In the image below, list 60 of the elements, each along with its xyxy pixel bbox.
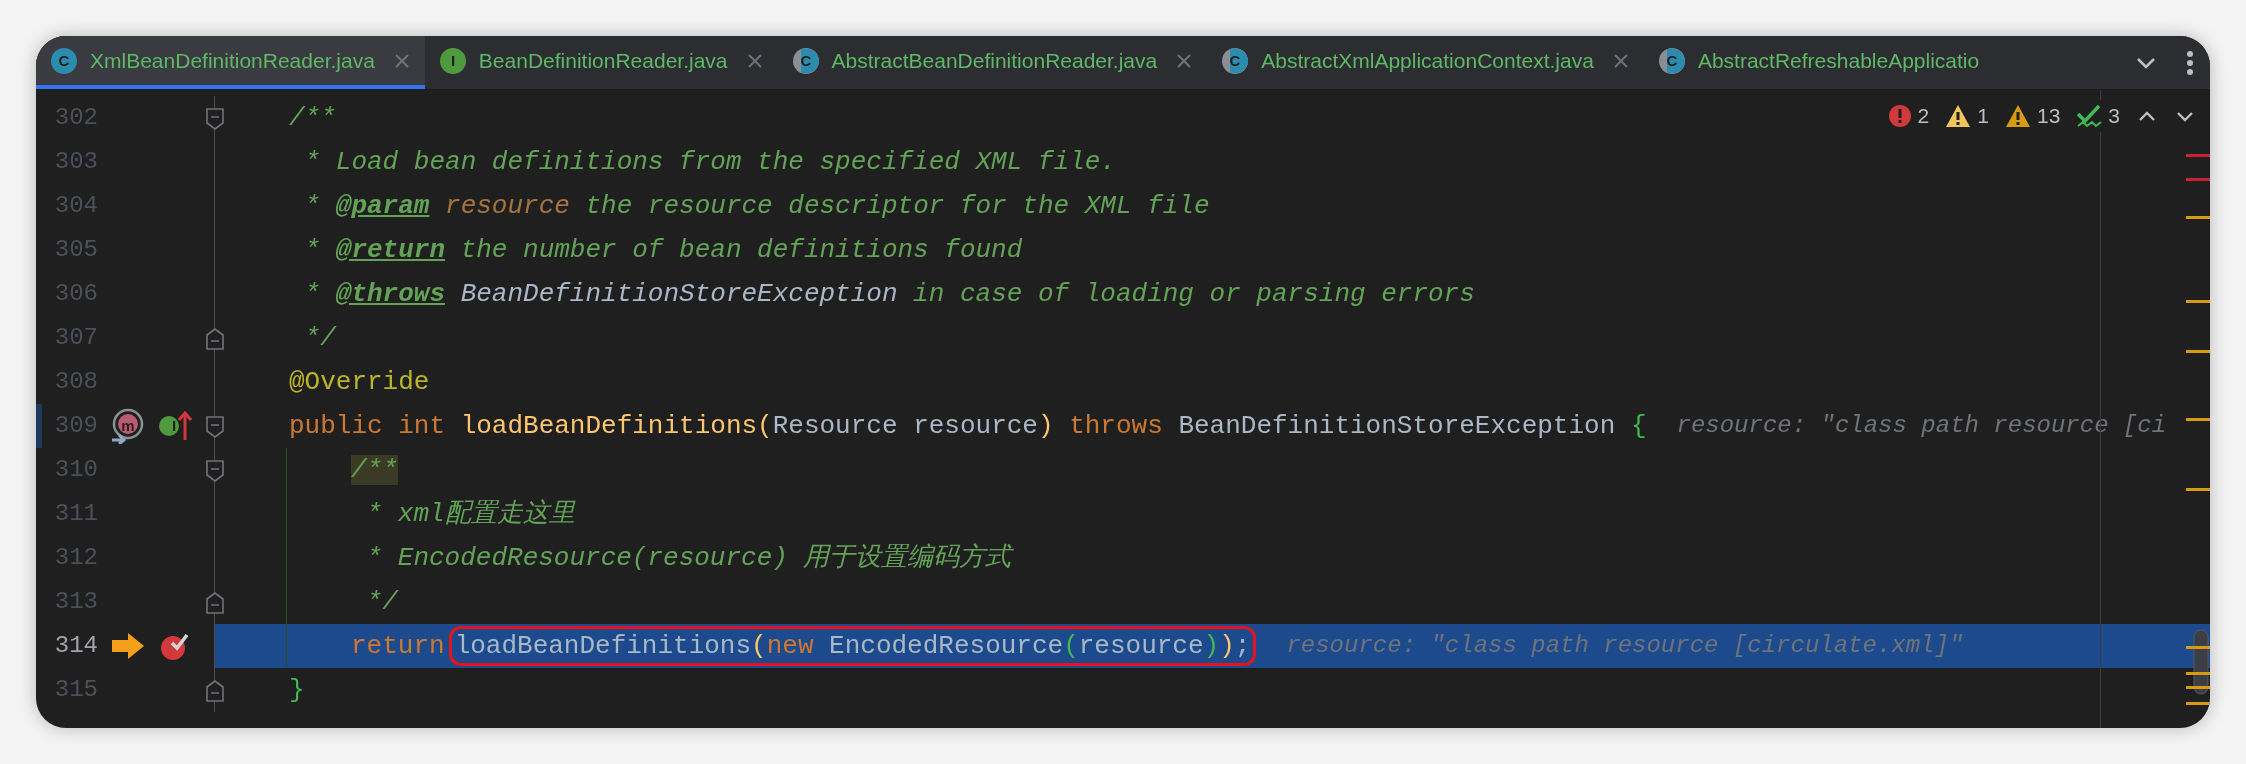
code-line: * Load bean definitions from the specified XML file.: [303, 145, 1116, 179]
editor-tab[interactable]: C AbstractXmlApplicationContext.java: [1207, 36, 1644, 89]
class-icon: C: [50, 46, 78, 75]
typo-check-icon[interactable]: [2076, 102, 2103, 129]
line-number: 304: [53, 191, 98, 221]
code-line: * EncodedResource(resource) 用于设置编码方式: [365, 541, 1012, 575]
line-number: 315: [53, 675, 98, 705]
line-number: 308: [53, 367, 98, 397]
code-line: /**: [289, 101, 336, 135]
code-line: return loadBeanDefinitions(new EncodedResource(resource));: [351, 626, 1257, 666]
close-icon[interactable]: [1175, 51, 1194, 70]
line-number: 303: [53, 147, 98, 177]
code-line: public int loadBeanDefinitions(Resource resource) throws BeanDefinitionStoreException {: [289, 409, 1647, 443]
line-number: 307: [53, 323, 98, 353]
inspection-count: 13: [2036, 103, 2061, 129]
editor-tab[interactable]: C AbstractBeanDefinitionReader.java: [777, 36, 1208, 89]
line-number: 313: [53, 587, 98, 617]
code-line: * xml配置走这里: [365, 497, 575, 531]
code-line: @Override: [289, 365, 430, 399]
abstract-class-icon: C: [1221, 46, 1250, 75]
line-number: 302: [53, 103, 98, 133]
more-options-icon[interactable]: [2186, 49, 2194, 76]
close-icon[interactable]: [392, 51, 411, 70]
line-number: 306: [53, 279, 98, 309]
abstract-class-icon: C: [791, 46, 820, 75]
line-number: 312: [53, 543, 98, 573]
fold-icon[interactable]: [205, 107, 225, 131]
fold-icon[interactable]: [205, 591, 225, 615]
code-line: * @param resource the resource descriptor for the XML file: [303, 189, 1210, 223]
line-number: 305: [53, 235, 98, 265]
code-line: */: [303, 321, 336, 355]
breakpoint-icon[interactable]: [159, 631, 189, 661]
inspection-count: 3: [2108, 103, 2120, 129]
fold-icon[interactable]: [205, 327, 225, 351]
execution-arrow-icon: [110, 632, 146, 660]
inline-value-hint: resource: "class path resource [ci: [1676, 411, 2167, 441]
fold-icon[interactable]: [205, 459, 225, 483]
warning-icon[interactable]: [2004, 103, 2031, 128]
fold-icon[interactable]: [205, 415, 225, 439]
code-line: */: [365, 585, 398, 619]
close-icon[interactable]: [1611, 51, 1630, 70]
warning-icon[interactable]: [1945, 103, 1972, 128]
line-number: 309: [53, 411, 98, 441]
code-line: * @throws BeanDefinitionStoreException in case of loading or parsing errors: [303, 277, 1475, 311]
editor-tab[interactable]: I BeanDefinitionReader.java: [424, 36, 778, 89]
editor-tab[interactable]: C XmlBeanDefinitionReader.java: [36, 36, 425, 89]
error-icon[interactable]: [1887, 103, 1912, 128]
interface-icon: I: [438, 46, 467, 75]
inspection-count: 2: [1917, 103, 1930, 129]
line-number: 310: [53, 455, 98, 485]
abstract-class-icon: C: [1657, 46, 1686, 75]
editor-tab[interactable]: C AbstractRefreshableApplicatio: [1643, 36, 2000, 89]
line-number: 314: [53, 631, 98, 661]
inspection-count: 1: [1977, 103, 1989, 129]
line-number: 311: [53, 499, 98, 529]
close-icon[interactable]: [745, 51, 764, 70]
inline-value-hint: resource: "class path resource [circulate.xml]": [1286, 631, 1964, 661]
code-line: * @return the number of bean definitions found: [303, 233, 1023, 267]
fold-icon[interactable]: [205, 679, 225, 703]
code-line: }: [289, 673, 305, 707]
